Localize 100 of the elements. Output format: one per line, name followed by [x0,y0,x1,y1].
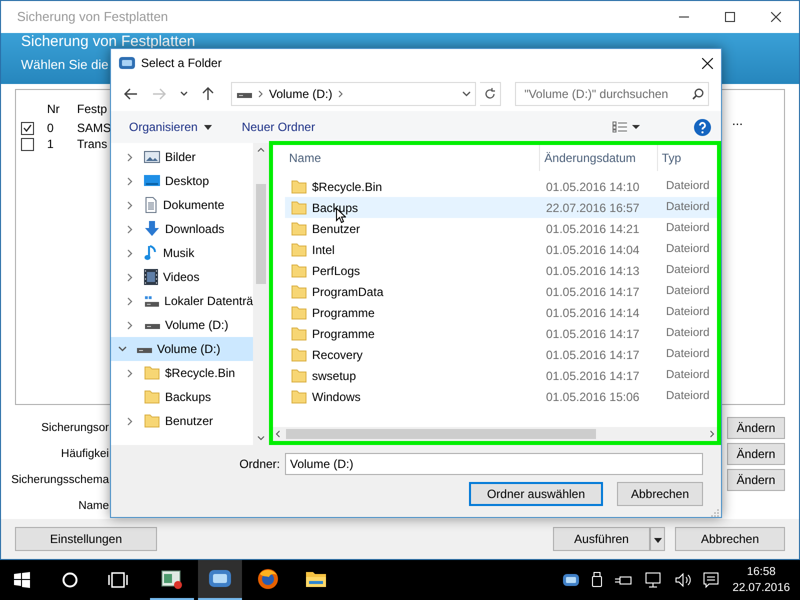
resize-grip-icon [711,509,719,517]
change-button[interactable]: Ändern [727,469,785,492]
tree-item[interactable]: Volume (D:) [111,313,253,337]
view-options-icon[interactable] [612,121,640,133]
close-icon[interactable] [771,12,781,22]
scroll-up-icon[interactable] [257,147,265,152]
file-row[interactable]: PerfLogs 01.05.2016 14:13 Dateiord [285,260,717,281]
close-icon[interactable] [702,58,713,68]
run-button[interactable]: Ausführen [553,527,650,552]
scroll-down-icon[interactable] [257,436,265,441]
chevron-right-icon[interactable] [127,152,133,162]
chevron-right-icon[interactable] [127,200,133,210]
scroll-left-icon[interactable] [275,430,280,438]
chevron-right-icon[interactable] [127,272,133,282]
column-header[interactable]: Name [273,145,540,171]
system-drive-icon [144,294,160,308]
table-cell-text: SAMS [77,120,112,138]
folder-icon [291,284,307,298]
column-header[interactable]: Änderungsdatum [540,145,658,171]
cancel-button[interactable]: Abbrechen [675,527,785,552]
cancel-button[interactable]: Abbrechen [617,482,703,506]
chevron-right-icon[interactable] [127,224,133,234]
file-row[interactable]: ProgramData 01.05.2016 14:17 Dateiord [285,281,717,302]
change-button[interactable]: Ändern [727,443,785,466]
folder-icon [291,180,307,194]
file-row[interactable]: Recovery 01.05.2016 14:17 Dateiord [285,344,717,365]
field-label: Häufigkei [61,446,109,462]
tree-item[interactable]: Videos [111,265,253,289]
task-view-icon[interactable] [108,572,128,588]
tree-item[interactable]: Dokumente [111,193,253,217]
network-icon[interactable] [645,572,664,588]
folder-icon [291,390,307,404]
tree-item[interactable]: $Recycle.Bin [111,361,253,385]
tree-item[interactable]: Volume (D:) [111,337,253,361]
tree-item[interactable]: Bilder [111,145,253,169]
scrollbar-thumb[interactable] [286,429,596,439]
chevron-right-icon[interactable] [127,296,133,306]
horizontal-scrollbar[interactable] [273,427,717,441]
search-circle-icon[interactable] [62,572,78,588]
select-folder-button[interactable]: Ordner auswählen [469,482,603,506]
chevron-down-icon[interactable] [118,346,126,352]
field-label: Name [78,498,109,514]
file-row[interactable]: Intel 01.05.2016 14:04 Dateiord [285,239,717,260]
up-arrow-icon[interactable] [202,87,214,101]
table-cell-text: Trans [77,136,108,154]
tree-item[interactable]: Downloads [111,217,253,241]
column-header[interactable]: Typ [658,145,717,171]
more-button[interactable]: ... [732,116,743,126]
refresh-icon[interactable] [484,88,496,100]
file-row[interactable]: Benutzer 01.05.2016 14:21 Dateiord [285,218,717,239]
chevron-right-icon[interactable] [127,320,133,330]
chevron-down-icon[interactable] [462,91,472,97]
folder-icon [305,570,327,588]
header-subtitle: Wählen Sie die [21,56,108,73]
chevron-right-icon[interactable] [127,368,133,378]
chevron-right-icon[interactable] [127,416,133,426]
clock[interactable]: 16:58 22.07.2016 [728,564,794,596]
vertical-scrollbar[interactable] [253,143,269,445]
search-field[interactable]: "Volume (D:)" durchsuchen [515,82,709,106]
field-label: Sicherungsschema [11,472,109,488]
scrollbar-thumb[interactable] [256,184,266,284]
speaker-icon[interactable] [675,573,692,587]
tree-item[interactable]: Benutzer [111,409,253,433]
tree-item[interactable]: Desktop [111,169,253,193]
breadcrumb[interactable]: Volume (D:) [269,85,332,103]
chevron-right-icon[interactable] [127,248,133,258]
folder-icon [144,390,160,404]
new-folder-button[interactable]: Neuer Ordner [242,118,316,136]
chevron-down-icon[interactable] [180,91,188,97]
scroll-right-icon[interactable] [710,430,715,438]
tree-item[interactable]: Backups [111,385,253,409]
file-row[interactable]: Programme 01.05.2016 14:14 Dateiord [285,302,717,323]
file-row[interactable]: swsetup 01.05.2016 14:17 Dateiord [285,365,717,386]
dropdown-button[interactable] [650,527,665,552]
settings-button[interactable]: Einstellungen [15,527,157,552]
maximize-icon[interactable] [725,12,735,22]
checkbox[interactable] [21,138,34,151]
back-arrow-icon[interactable] [124,88,138,100]
folder-field[interactable]: Volume (D:) [285,453,703,475]
download-icon [144,221,160,237]
usb-icon[interactable] [591,572,604,588]
file-row[interactable]: $Recycle.Bin 01.05.2016 14:10 Dateiord [285,176,717,197]
tree-item[interactable]: Musik [111,241,253,265]
notification-icon[interactable] [703,572,720,588]
file-row[interactable]: Programme 01.05.2016 14:17 Dateiord [285,323,717,344]
caret-down-icon [204,124,212,130]
file-row[interactable]: Backups 22.07.2016 16:57 Dateiord [285,197,717,218]
film-icon [144,269,158,285]
chevron-right-icon[interactable] [127,176,133,186]
tree-item[interactable]: Lokaler Datenträ [111,289,253,313]
address-bar[interactable]: Volume (D:) [231,82,476,106]
file-row[interactable]: Windows 01.05.2016 15:06 Dateiord [285,386,717,407]
music-note-icon [144,245,158,261]
checkbox[interactable] [21,122,34,135]
taskbar-button[interactable] [198,560,242,600]
change-button[interactable]: Ändern [727,417,785,440]
organize-menu[interactable]: Organisieren [129,118,212,136]
backup-app-icon[interactable] [563,573,580,587]
help-icon[interactable] [694,118,711,136]
start-icon[interactable] [14,572,30,588]
